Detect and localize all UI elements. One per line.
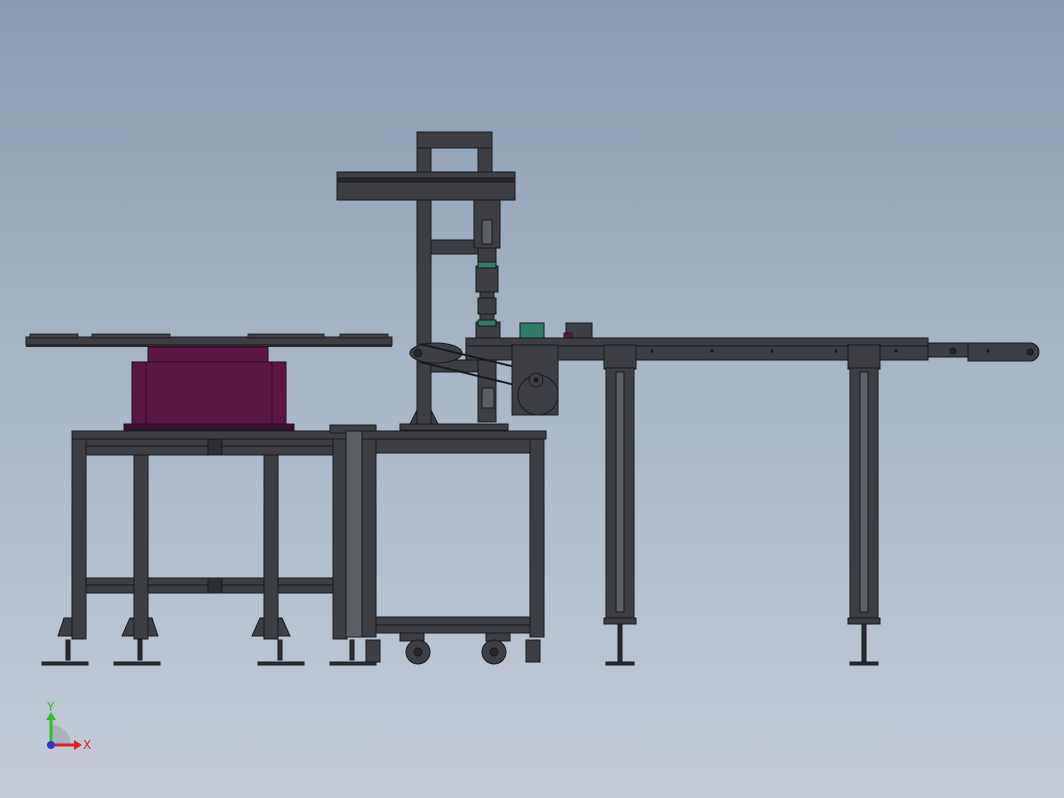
cart-top-rail xyxy=(361,430,547,440)
leg-head-1 xyxy=(603,344,637,370)
frame-top-rail xyxy=(71,430,349,440)
foot-bracket-1 xyxy=(57,617,73,637)
leveling-feet xyxy=(41,639,377,666)
leg-head-2 xyxy=(847,344,881,370)
column-base-plate xyxy=(399,423,509,431)
mobile-cart[interactable] xyxy=(329,424,547,665)
pick-and-place-column[interactable] xyxy=(336,131,516,431)
fixture-far-left xyxy=(29,333,79,339)
rotary-index-table[interactable] xyxy=(25,333,393,431)
rotary-base xyxy=(131,361,287,427)
assembly-drawing[interactable]: Y X xyxy=(0,0,1064,798)
frame-leg-2 xyxy=(133,454,149,640)
control-box-green xyxy=(519,322,545,340)
conveyor-end-section xyxy=(927,342,969,358)
fixture-right xyxy=(247,333,325,339)
triad-quadrant xyxy=(51,725,71,745)
frame-leg-4 xyxy=(332,438,348,640)
rotary-mount-plate xyxy=(123,423,295,431)
conveyor-support-legs[interactable] xyxy=(603,344,881,666)
rotary-hub xyxy=(147,346,269,364)
fixture-far-right xyxy=(339,333,389,339)
cart-leg-left xyxy=(361,438,377,638)
table-frame[interactable] xyxy=(41,430,377,666)
gantry-beam xyxy=(336,171,516,201)
frame-leg-1 xyxy=(71,438,87,640)
belt-conveyor[interactable] xyxy=(409,337,1040,416)
triad-y-label: Y xyxy=(46,700,55,714)
cart-leg-right xyxy=(529,438,545,638)
rotary-top-plate xyxy=(25,336,393,346)
triad-z-axis xyxy=(47,741,55,749)
frame-leg-3 xyxy=(263,454,279,640)
caster-left xyxy=(399,632,431,665)
caster-right xyxy=(481,632,511,665)
axis-triad: Y X xyxy=(46,700,91,752)
cad-viewport[interactable]: Y X xyxy=(0,0,1064,798)
column-top-bar xyxy=(416,131,493,149)
fixture-left xyxy=(91,333,171,339)
triad-x-label: X xyxy=(83,738,91,752)
